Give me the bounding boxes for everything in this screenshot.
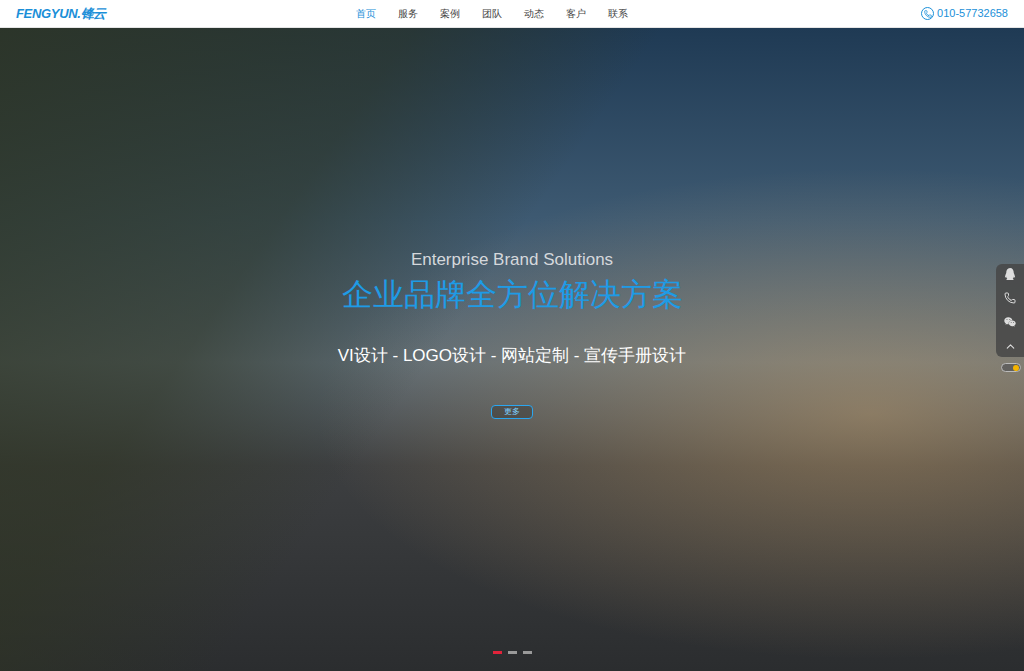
hero-banner: Enterprise Brand Solutions企业品牌全方位解决方案 VI设… bbox=[0, 28, 1024, 671]
phone-icon bbox=[921, 7, 934, 20]
nav-item[interactable]: 团队 bbox=[482, 0, 502, 28]
slide-dot[interactable] bbox=[493, 651, 502, 654]
phone-icon[interactable] bbox=[1004, 292, 1016, 304]
main-nav: 首页服务案例团队动态客户联系 bbox=[316, 0, 708, 28]
qq-icon[interactable] bbox=[1004, 268, 1016, 280]
nav-item[interactable]: 案例 bbox=[440, 0, 460, 28]
nav-item[interactable]: 首页 bbox=[356, 0, 376, 28]
hero-content: Enterprise Brand Solutions企业品牌全方位解决方案 VI设… bbox=[0, 28, 1024, 419]
side-toolbar bbox=[996, 264, 1024, 372]
more-button[interactable]: 更多 bbox=[491, 405, 533, 419]
nav-item[interactable]: 客户 bbox=[566, 0, 586, 28]
nav-item[interactable]: 联系 bbox=[608, 0, 628, 28]
slide-dot[interactable] bbox=[523, 651, 532, 654]
nav-item[interactable]: 动态 bbox=[524, 0, 544, 28]
nav-item[interactable]: 服务 bbox=[398, 0, 418, 28]
toggle-knob bbox=[1013, 365, 1019, 371]
logo[interactable]: FENGYUN.锋云 bbox=[16, 4, 316, 24]
side-toolbar-panel bbox=[996, 264, 1024, 357]
hero-title: 企业品牌全方位解决方案 bbox=[342, 275, 683, 315]
slide-dots bbox=[0, 651, 1024, 654]
top-bar: FENGYUN.锋云首页服务案例团队动态客户联系010-57732658 bbox=[0, 0, 1024, 28]
hero-subtitle: Enterprise Brand Solutions bbox=[411, 247, 613, 273]
wechat-icon[interactable] bbox=[1004, 316, 1016, 328]
page: FENGYUN.锋云首页服务案例团队动态客户联系010-57732658Ente… bbox=[0, 0, 1024, 671]
phone-number: 010-57732658 bbox=[937, 5, 1008, 22]
slide-dot[interactable] bbox=[508, 651, 517, 654]
side-toggle[interactable] bbox=[1001, 363, 1021, 372]
phone[interactable]: 010-57732658 bbox=[708, 5, 1008, 22]
hero-services: VI设计 - LOGO设计 - 网站定制 - 宣传手册设计 bbox=[338, 343, 687, 369]
back-to-top-icon[interactable] bbox=[1004, 340, 1017, 353]
